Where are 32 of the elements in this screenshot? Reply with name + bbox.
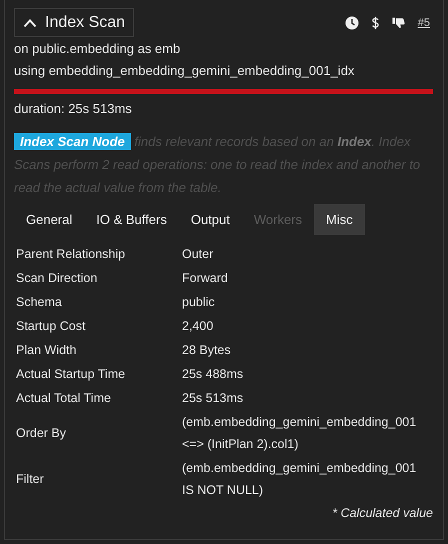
clock-icon (344, 16, 359, 30)
property-value: (emb.embedding_gemini_embedding_001 IS NOT NULL) (182, 460, 418, 499)
footnote-text: * Calculated value (331, 506, 433, 520)
property-value: 25s 488ms (182, 366, 244, 383)
property-name: Order By (15, 425, 68, 442)
dollar-icon (370, 16, 380, 30)
tab[interactable]: Misc (314, 204, 365, 235)
tab[interactable]: IO & Buffers (84, 204, 179, 235)
node-link[interactable]: #5 (418, 16, 430, 28)
property-name: Scan Direction (15, 270, 98, 287)
property-value: 25s 513ms (182, 390, 244, 407)
property-value: Forward (182, 270, 229, 287)
property-name: Schema (15, 294, 63, 311)
caret-icon (23, 18, 37, 28)
index-text: using embedding_embedding_gemini_embedding_001_idx (14, 62, 356, 79)
property-value: 28 Bytes (182, 342, 232, 359)
property-name: Startup Cost (15, 318, 86, 335)
property-value: (emb.embedding_gemini_embedding_001 <=> (InitPlan 2).col1) (182, 414, 418, 453)
property-value: Outer (182, 246, 214, 263)
tab[interactable]: Output (178, 204, 242, 235)
property-name: Actual Startup Time (15, 366, 126, 383)
property-name: Plan Width (15, 342, 78, 359)
property-name: Actual Total Time (15, 390, 112, 407)
tab[interactable]: General (14, 204, 84, 235)
duration-text: duration: 25s 513ms (14, 100, 133, 117)
property-value: public (182, 294, 216, 311)
thumbs-down-icon (392, 16, 406, 30)
collapse-button[interactable]: Index Scan (14, 8, 134, 37)
relation-text: on public.embedding as emb (14, 40, 182, 57)
property-name: Filter (15, 471, 45, 488)
property-value: 2,400 (182, 318, 214, 335)
property-name: Parent Relationship (15, 246, 126, 263)
